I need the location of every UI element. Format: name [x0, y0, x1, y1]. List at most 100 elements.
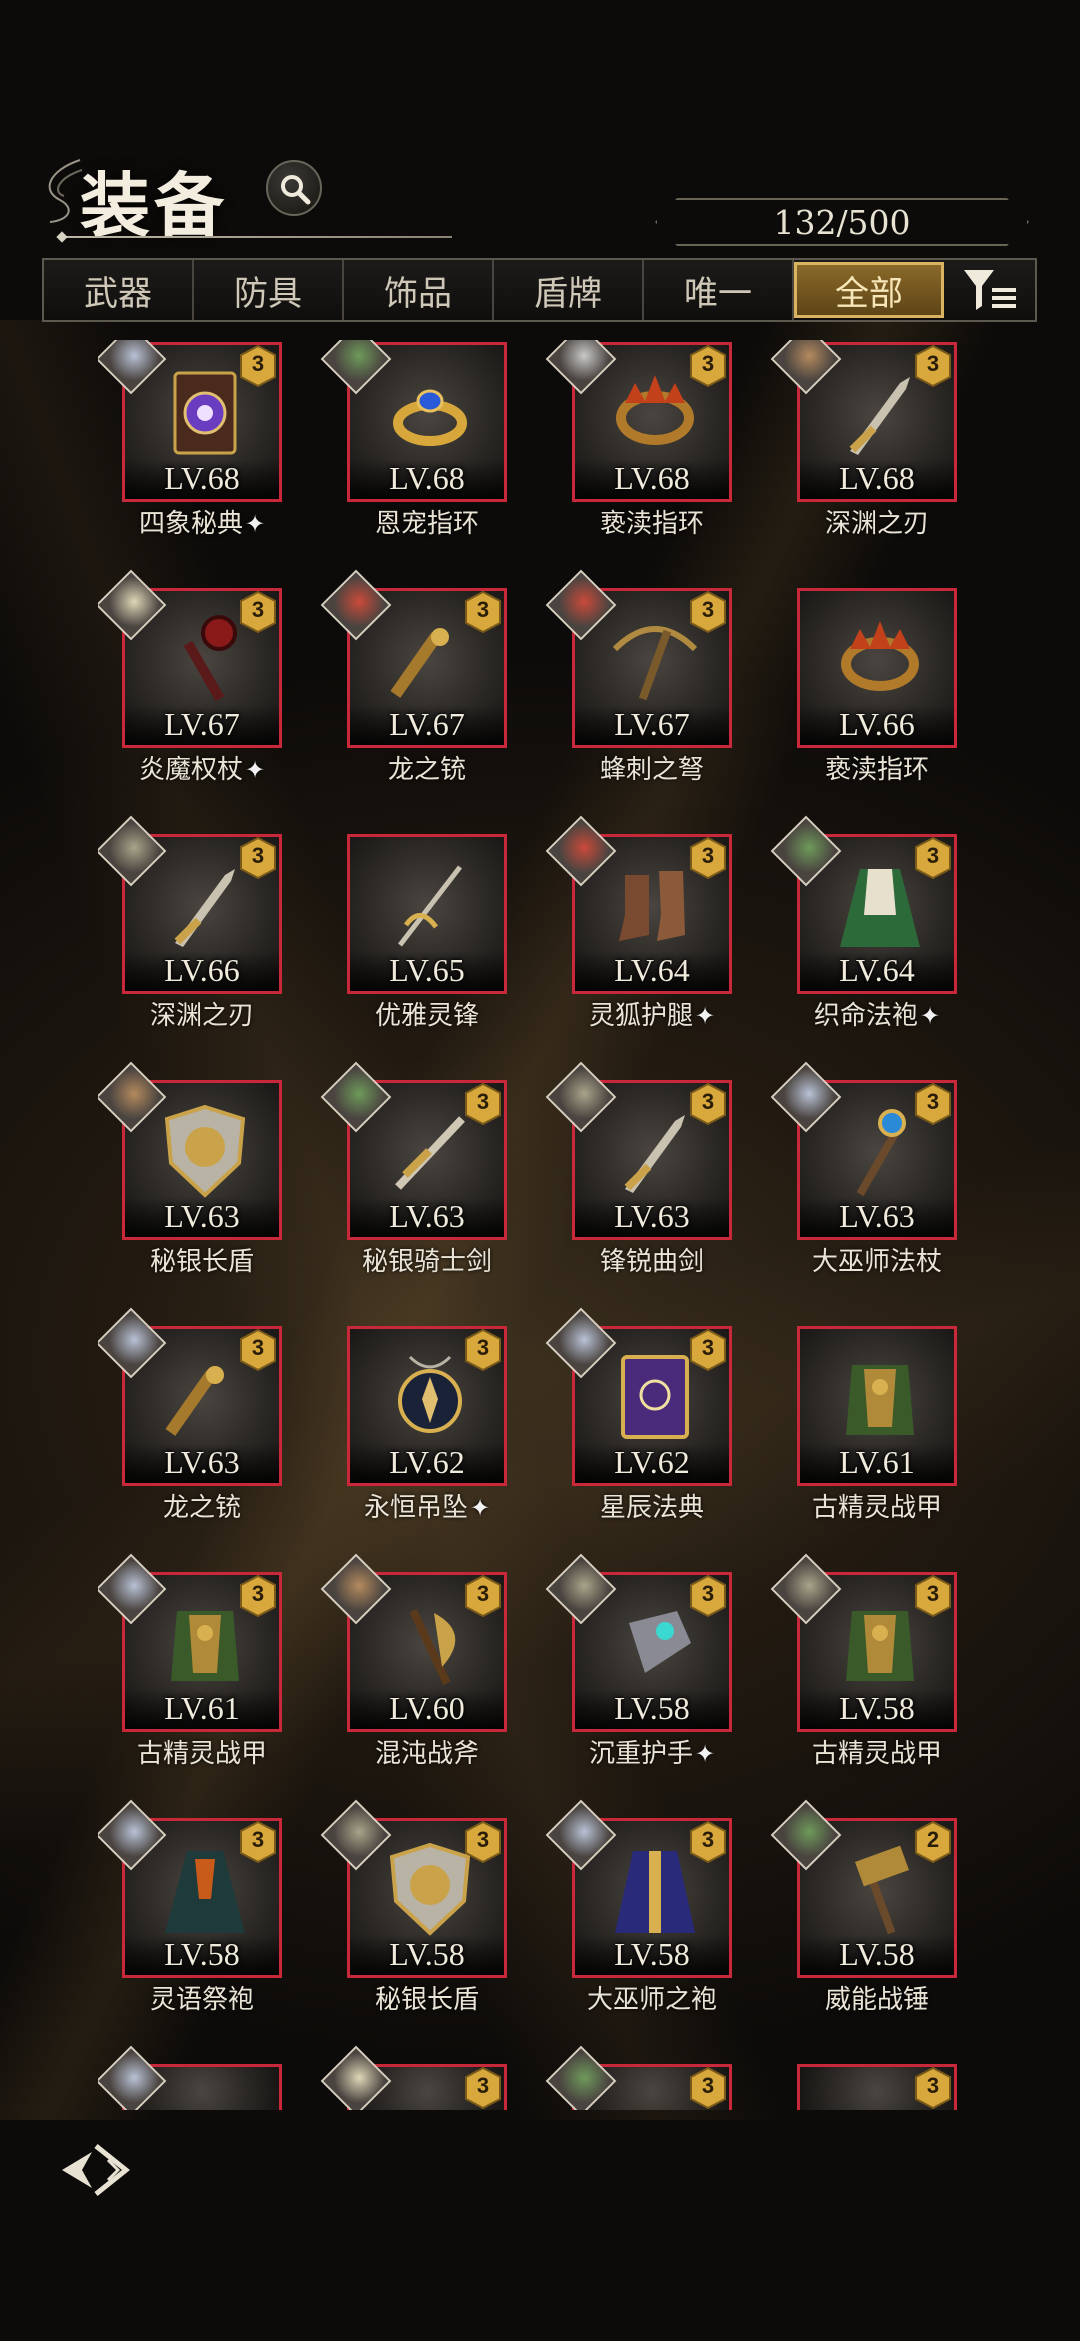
rank-number: 3 — [476, 1089, 490, 1114]
item-name-text: 恩宠指环 — [374, 509, 479, 539]
rank-number: 3 — [701, 843, 715, 868]
equipment-item[interactable]: 3 LV.58 秘银长盾 — [320, 1799, 523, 2036]
tab-accessories[interactable]: 饰品 — [344, 260, 494, 320]
item-level: LV.64 — [839, 952, 915, 988]
rank-number: 3 — [701, 1335, 715, 1360]
equipment-item[interactable]: 3 LV.63 锋锐曲剑 — [545, 1061, 748, 1298]
rank-number: 3 — [251, 1581, 265, 1606]
sparkle-icon: ✦ — [244, 756, 266, 784]
equipment-item[interactable]: 3 LV.60 混沌战斧 — [320, 1553, 523, 1790]
item-name: 优雅灵锋 — [323, 995, 531, 1032]
equipment-item[interactable]: 3 LV.61 古精灵战甲 — [98, 1553, 298, 1790]
equipment-item[interactable]: 3 LV.68 亵渎指环 — [545, 340, 748, 560]
item-name-text: 古精灵战甲 — [811, 1739, 942, 1769]
sparkle-icon: ✦ — [919, 1002, 941, 1030]
item-name-text: 秘银长盾 — [149, 1247, 254, 1277]
tab-unique[interactable]: 唯一 — [644, 260, 794, 320]
equipment-item[interactable]: LV.61 古精灵战甲 — [773, 1324, 973, 1544]
equipment-item[interactable]: 3 LV.68 深渊之刃 — [770, 340, 973, 560]
item-art-icon — [846, 1365, 914, 1435]
equipment-item[interactable]: 3 LV.67 蜂刺之弩 — [545, 569, 748, 806]
item-level: LV.58 — [839, 1936, 915, 1972]
equipment-item[interactable]: 3 LV.66 深渊之刃 — [98, 815, 298, 1052]
item-name: 龙之铳 — [323, 749, 531, 786]
item-name-text: 威能战锤 — [824, 1985, 929, 2015]
item-name-text: 深渊之刃 — [824, 509, 929, 539]
item-level: LV.66 — [839, 706, 915, 742]
rank-number: 3 — [926, 843, 940, 868]
equipment-item[interactable]: 3 LV.64 织命法袍✦ — [770, 815, 973, 1052]
tab-weapons[interactable]: 武器 — [44, 260, 194, 320]
tab-all[interactable]: 全部 — [794, 262, 944, 318]
rank-number: 3 — [251, 1827, 265, 1852]
rank-number: 3 — [476, 597, 490, 622]
item-name: 恩宠指环 — [323, 503, 531, 540]
item-name-text: 亵渎指环 — [824, 755, 929, 785]
item-name: 秘银长盾 — [98, 1241, 306, 1278]
item-level: LV.62 — [389, 1444, 465, 1480]
equipment-item[interactable]: 2 LV.58 威能战锤 — [770, 1799, 973, 2036]
item-name-text: 深渊之刃 — [149, 1001, 254, 1031]
equipment-item[interactable]: 3 LV.63 龙之铳 — [98, 1307, 298, 1544]
item-name-text: 永恒吊坠 — [363, 1493, 468, 1523]
category-tabs: 武器 防具 饰品 盾牌 唯一 全部 — [42, 258, 1037, 322]
equipment-item[interactable]: 3 LV.58 大巫师之袍 — [545, 1799, 748, 2036]
item-name-text: 亵渎指环 — [599, 509, 704, 539]
item-level: LV.58 — [839, 1690, 915, 1726]
equipment-item[interactable]: 3 LV.64 灵狐护腿✦ — [545, 815, 748, 1052]
item-name: 大巫师之袍 — [548, 1979, 756, 2016]
item-level: LV.63 — [164, 1198, 240, 1234]
item-level: LV.63 — [164, 1444, 240, 1480]
tab-armor[interactable]: 防具 — [194, 260, 344, 320]
equipment-item[interactable]: 3 — [773, 2062, 973, 2110]
equipment-item[interactable]: 3 LV.68 四象秘典✦ — [98, 340, 298, 560]
rank-number: 3 — [701, 1827, 715, 1852]
equipment-item[interactable]: 3 — [545, 2045, 748, 2110]
equipment-item[interactable]: LV.66 亵渎指环 — [773, 586, 973, 806]
equipment-item[interactable]: LV.63 秘银长盾 — [98, 1061, 298, 1298]
equipment-item[interactable]: 3 LV.58 沉重护手✦ — [545, 1553, 748, 1790]
item-level: LV.63 — [614, 1198, 690, 1234]
item-level: LV.66 — [164, 952, 240, 988]
item-name: 沉重护手✦ — [548, 1733, 756, 1770]
rank-number: 3 — [701, 351, 715, 376]
item-name-text: 秘银骑士剑 — [361, 1247, 492, 1277]
equipment-item[interactable]: 3 LV.58 古精灵战甲 — [770, 1553, 973, 1790]
item-level: LV.68 — [614, 460, 690, 496]
item-name-text: 大巫师之袍 — [586, 1985, 717, 2015]
equipment-item[interactable]: LV.65 优雅灵锋 — [323, 832, 523, 1052]
equipment-item[interactable]: 3 LV.67 龙之铳 — [320, 569, 523, 806]
item-name: 锋锐曲剑 — [548, 1241, 756, 1278]
item-level: LV.58 — [614, 1690, 690, 1726]
item-name: 混沌战斧 — [323, 1733, 531, 1770]
item-name: 古精灵战甲 — [773, 1733, 981, 1770]
sparkle-icon: ✦ — [244, 510, 266, 538]
item-name: 亵渎指环 — [548, 503, 756, 540]
inventory-count: 132/500 — [655, 198, 1029, 246]
tab-shields[interactable]: 盾牌 — [494, 260, 644, 320]
back-button[interactable] — [56, 2138, 136, 2202]
rank-number: 3 — [926, 1581, 940, 1606]
item-name: 古精灵战甲 — [98, 1733, 306, 1770]
item-name: 炎魔权杖✦ — [98, 749, 306, 786]
item-name-text: 沉重护手 — [588, 1739, 693, 1769]
equipment-item[interactable]: 3 LV.62 永恒吊坠✦ — [323, 1324, 523, 1544]
equipment-item[interactable]: 3 LV.63 大巫师法杖 — [770, 1061, 973, 1298]
equipment-item[interactable]: 3 LV.63 秘银骑士剑 — [320, 1061, 523, 1298]
equipment-item[interactable]: 3 LV.67 炎魔权杖✦ — [98, 569, 298, 806]
equipment-item[interactable]: 3 — [320, 2045, 523, 2110]
equipment-item[interactable]: 3 LV.58 灵语祭袍 — [98, 1799, 298, 2036]
rank-number: 3 — [476, 2073, 490, 2098]
item-name: 四象秘典✦ — [98, 503, 306, 540]
item-name-text: 秘银长盾 — [374, 1985, 479, 2015]
filter-button[interactable] — [944, 260, 1035, 320]
item-level: LV.67 — [389, 706, 465, 742]
item-name: 深渊之刃 — [98, 995, 306, 1032]
item-level: LV.61 — [164, 1690, 240, 1726]
equipment-item[interactable]: LV.68 恩宠指环 — [320, 340, 523, 560]
equipment-item[interactable] — [98, 2045, 298, 2110]
item-name-text: 古精灵战甲 — [136, 1739, 267, 1769]
rank-number: 3 — [926, 1089, 940, 1114]
equipment-item[interactable]: 3 LV.62 星辰法典 — [545, 1307, 748, 1544]
search-button[interactable] — [266, 160, 322, 216]
